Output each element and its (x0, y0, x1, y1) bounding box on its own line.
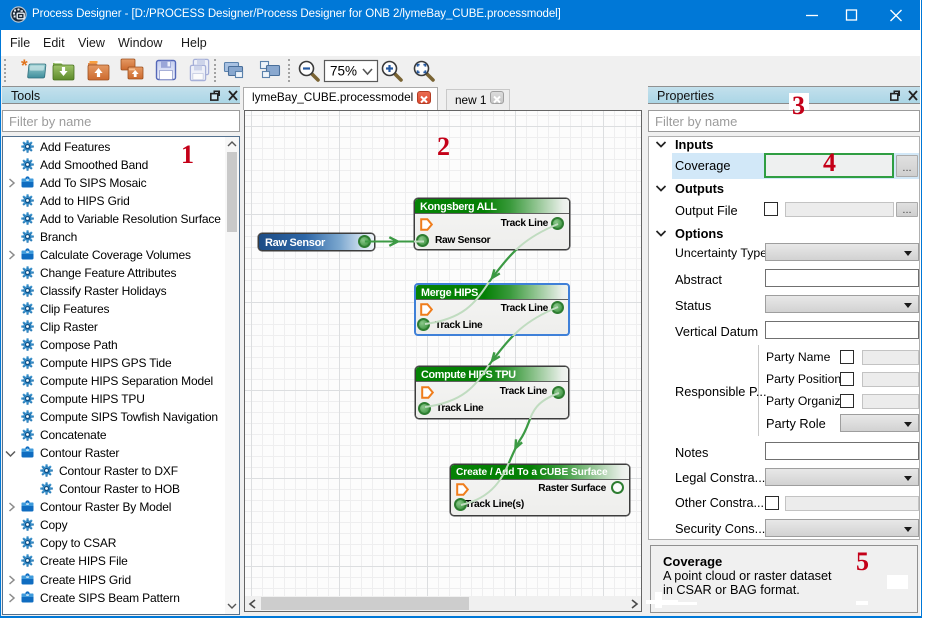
svg-text:*: * (21, 57, 28, 75)
svg-text:75%: 75% (330, 64, 357, 79)
